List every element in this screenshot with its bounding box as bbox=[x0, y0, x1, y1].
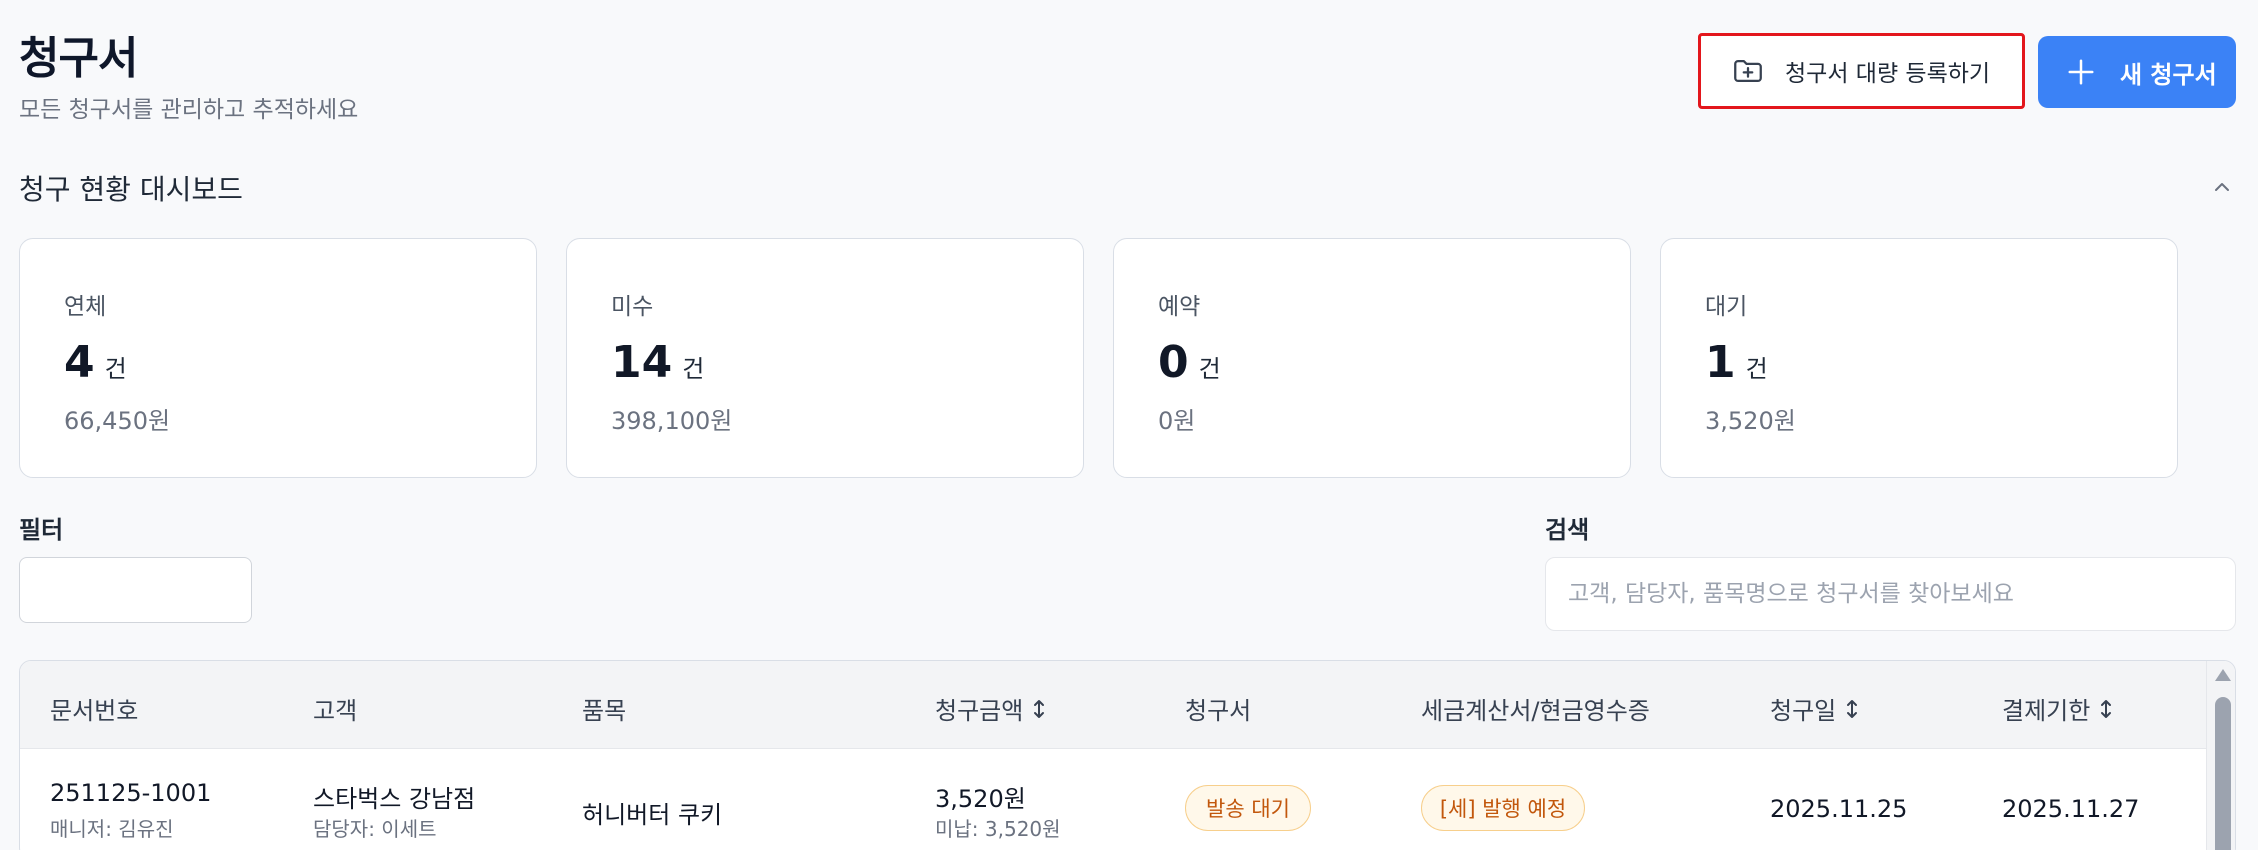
card-count: 1 bbox=[1705, 337, 1736, 388]
manager: 매니저: 김유진 bbox=[50, 817, 174, 841]
column-header-customer: 고객 bbox=[313, 697, 358, 725]
card-amount: 66,450원 bbox=[64, 407, 171, 435]
filter-dropdown[interactable] bbox=[19, 557, 252, 623]
table-header: 문서번호 고객 품목 청구금액 청구서 세금계산서/현금영수증 청구일 결제기한 bbox=[20, 661, 2206, 749]
item: 허니버터 쿠키 bbox=[582, 801, 723, 829]
card-label: 연체 bbox=[64, 294, 107, 320]
card-amount: 0원 bbox=[1158, 407, 1196, 435]
filter-label: 필터 bbox=[19, 516, 64, 544]
folder-plus-icon bbox=[1734, 59, 1762, 83]
contact: 담당자: 이세트 bbox=[313, 817, 437, 841]
card-unit: 건 bbox=[682, 355, 705, 383]
summary-card-scheduled[interactable]: 예약 0 건 0원 bbox=[1113, 238, 1631, 478]
invoice-status-badge: 발송 대기 bbox=[1185, 785, 1311, 831]
bill-date: 2025.11.25 bbox=[1770, 795, 1908, 823]
card-amount: 398,100원 bbox=[611, 407, 733, 435]
page-subtitle: 모든 청구서를 관리하고 추적하세요 bbox=[19, 97, 359, 123]
column-header-bill-date[interactable]: 청구일 bbox=[1770, 691, 1862, 726]
column-header-item: 품목 bbox=[582, 697, 627, 725]
summary-card-overdue[interactable]: 연체 4 건 66,450원 bbox=[19, 238, 537, 478]
sort-icon bbox=[1847, 699, 1858, 718]
new-invoice-label: 새 청구서 bbox=[2120, 60, 2217, 89]
vertical-scrollbar[interactable] bbox=[2206, 661, 2235, 850]
due-date: 2025.11.27 bbox=[2002, 795, 2140, 823]
bulk-register-button[interactable]: 청구서 대량 등록하기 bbox=[1698, 33, 2025, 109]
summary-card-unpaid[interactable]: 미수 14 건 398,100원 bbox=[566, 238, 1084, 478]
column-header-tax: 세금계산서/현금영수증 bbox=[1421, 697, 1650, 725]
tax-status-badge: [세] 발행 예정 bbox=[1421, 785, 1585, 831]
unpaid-amount: 미납: 3,520원 bbox=[935, 817, 1061, 841]
bulk-register-label: 청구서 대량 등록하기 bbox=[1785, 61, 1991, 87]
column-header-doc-no: 문서번호 bbox=[50, 697, 139, 725]
card-label: 대기 bbox=[1705, 294, 1748, 320]
scroll-up-arrow-icon[interactable] bbox=[2215, 669, 2231, 681]
doc-no: 251125-1001 bbox=[50, 779, 212, 807]
search-label: 검색 bbox=[1545, 516, 1590, 544]
card-count: 0 bbox=[1158, 337, 1189, 388]
chevron-up-icon[interactable] bbox=[2210, 175, 2234, 199]
scroll-thumb[interactable] bbox=[2215, 697, 2231, 850]
amount: 3,520원 bbox=[935, 785, 1026, 813]
column-header-due-date[interactable]: 결제기한 bbox=[2002, 691, 2116, 726]
search-input[interactable] bbox=[1545, 557, 2236, 631]
column-header-invoice: 청구서 bbox=[1185, 697, 1252, 725]
card-label: 예약 bbox=[1158, 294, 1201, 320]
dashboard-title: 청구 현황 대시보드 bbox=[19, 173, 243, 206]
card-count: 4 bbox=[64, 337, 95, 388]
customer: 스타벅스 강남점 bbox=[313, 785, 476, 813]
card-amount: 3,520원 bbox=[1705, 407, 1796, 435]
card-unit: 건 bbox=[1198, 355, 1221, 383]
sort-icon bbox=[1034, 699, 1045, 718]
summary-card-pending[interactable]: 대기 1 건 3,520원 bbox=[1660, 238, 2178, 478]
card-count: 14 bbox=[611, 337, 673, 388]
column-header-amount[interactable]: 청구금액 bbox=[935, 691, 1049, 726]
page-title: 청구서 bbox=[19, 33, 138, 84]
new-invoice-button[interactable]: 새 청구서 bbox=[2038, 36, 2236, 108]
plus-icon bbox=[2068, 59, 2094, 85]
invoice-table: 문서번호 고객 품목 청구금액 청구서 세금계산서/현금영수증 청구일 결제기한… bbox=[19, 660, 2236, 850]
sort-icon bbox=[2101, 699, 2112, 718]
card-unit: 건 bbox=[1745, 355, 1768, 383]
card-unit: 건 bbox=[104, 355, 127, 383]
card-label: 미수 bbox=[611, 294, 654, 320]
